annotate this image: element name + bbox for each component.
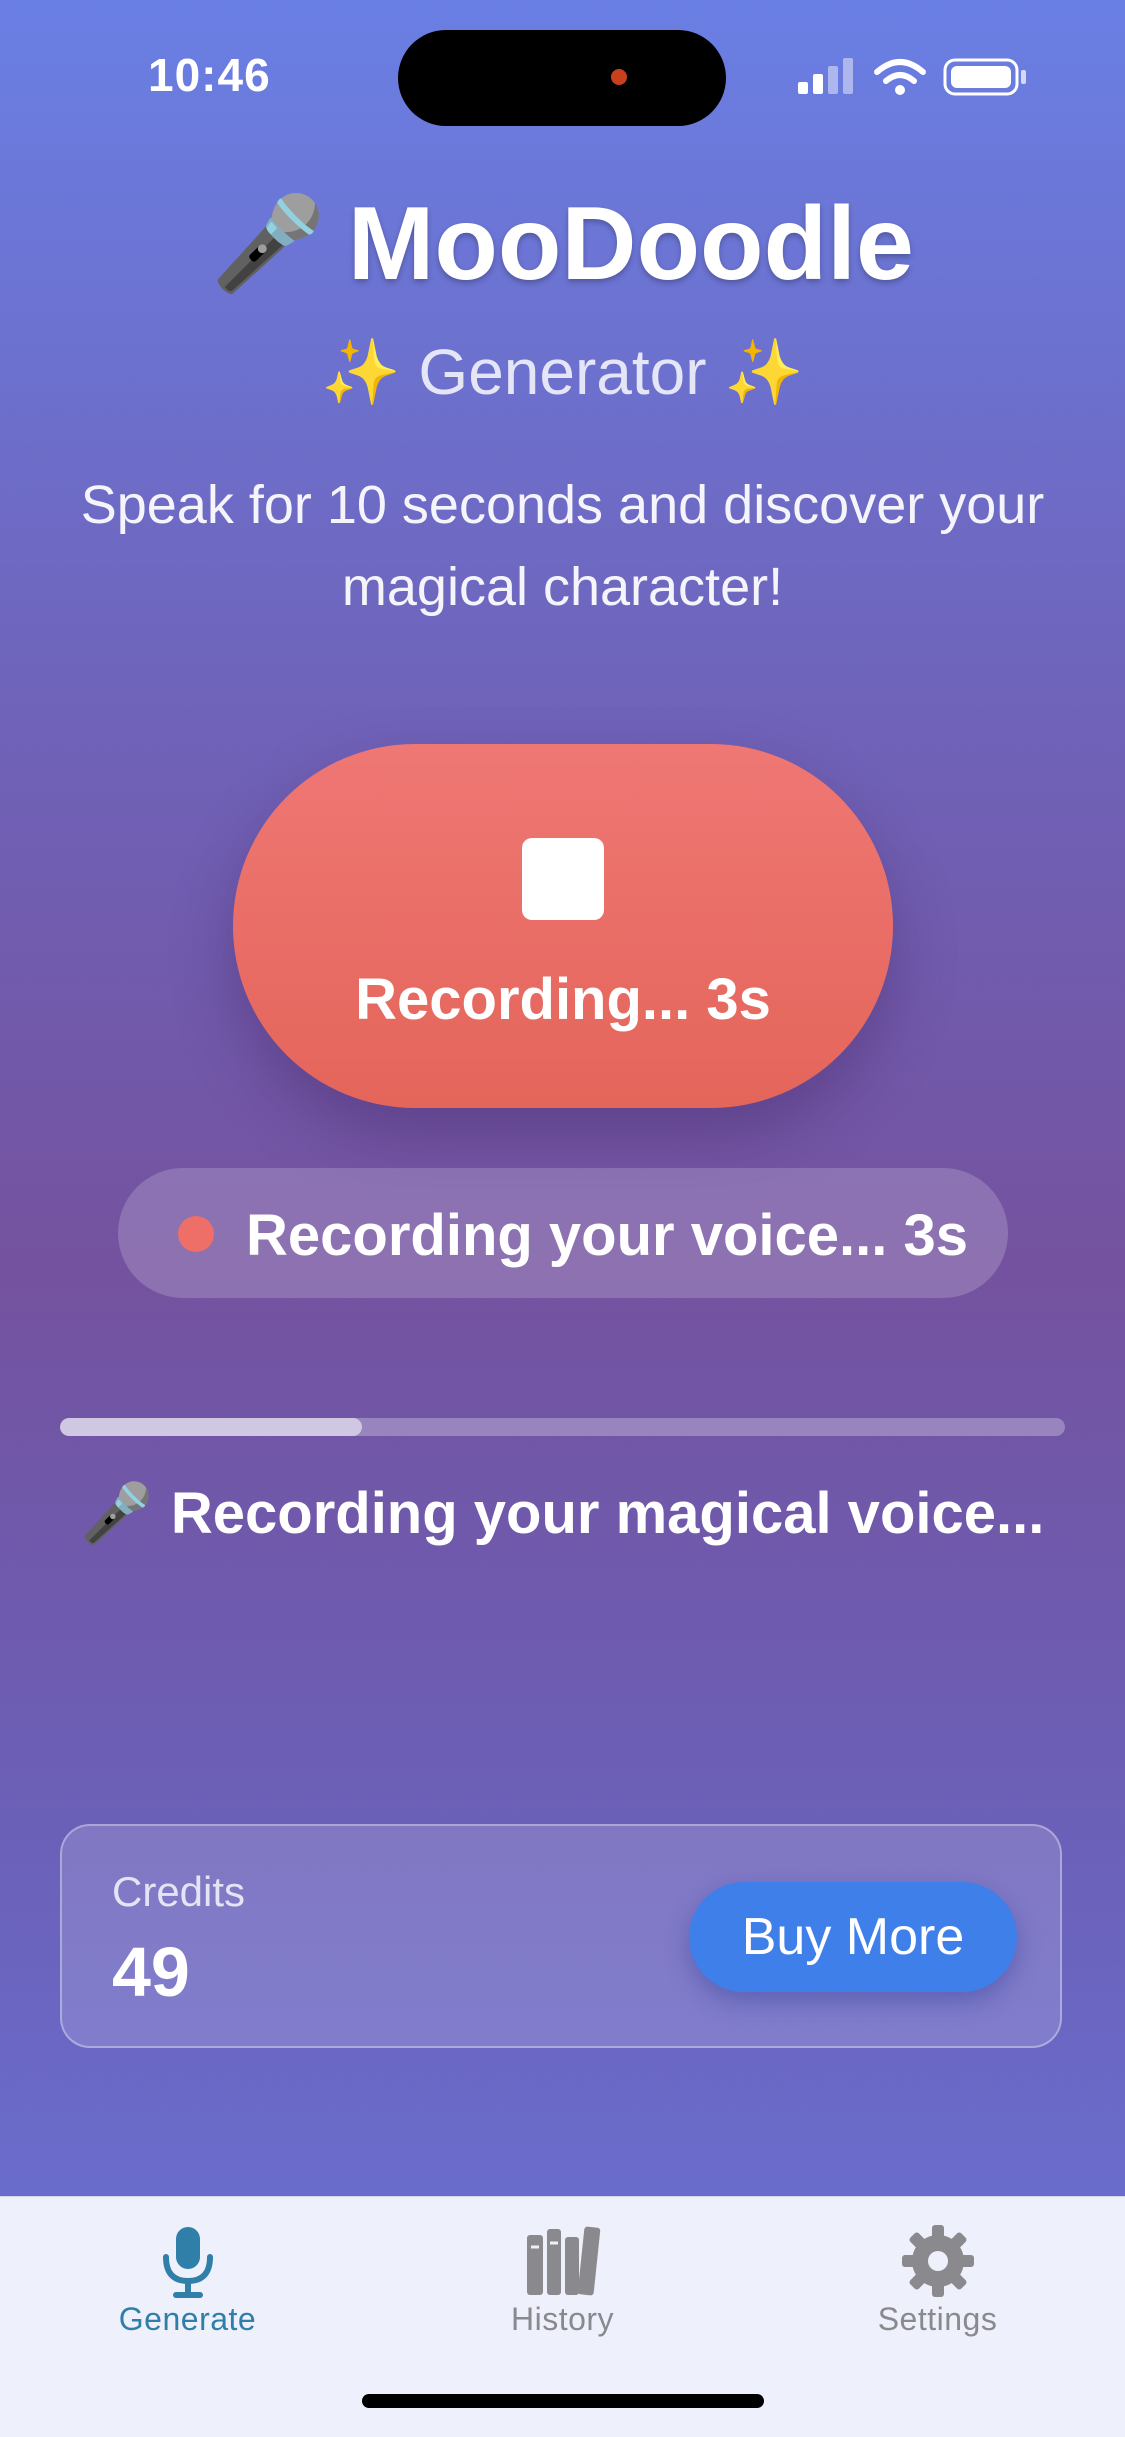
tab-label-history: History [510, 2301, 615, 2337]
buy-more-button[interactable]: Buy More [689, 1882, 1017, 1992]
books-icon [527, 2226, 601, 2296]
tab-label-settings: Settings [877, 2301, 998, 2337]
tab-history[interactable]: History [375, 2197, 750, 2367]
credits-label: Credits [112, 1868, 246, 1915]
app-title-text: MooDoodle [347, 186, 914, 302]
instructions-text: Speak for 10 seconds and discover your m… [80, 475, 1045, 617]
app-title: 🎤 MooDoodle [0, 185, 1125, 304]
gear-icon [902, 2225, 974, 2297]
credits-value: 49 [112, 1933, 190, 2011]
stop-icon [522, 838, 604, 920]
recording-message: 🎤 Recording your magical voice... [0, 1480, 1125, 1548]
recording-dot-icon [178, 1216, 214, 1252]
credits-card: Credits 49 Buy More [60, 1824, 1062, 2048]
wifi-dot [895, 85, 905, 95]
microphone-icon [163, 2227, 213, 2298]
tab-generate[interactable]: Generate [0, 2197, 375, 2367]
status-icons [798, 58, 1026, 96]
status-time: 10:46 [148, 49, 271, 101]
subtitle: ✨ Generator ✨ [0, 335, 1125, 410]
record-button[interactable]: Recording... 3s [233, 744, 893, 1108]
tab-label-generate: Generate [118, 2301, 257, 2337]
dynamic-island [398, 30, 726, 126]
subtitle-text: Generator [418, 336, 707, 408]
sparkles-icon: ✨ [724, 336, 805, 408]
recording-status-text: Recording your voice... 3s [246, 1203, 968, 1268]
home-indicator [362, 2394, 764, 2408]
microphone-emoji-icon: 🎤 [80, 1481, 153, 1546]
camera-indicator [611, 69, 627, 85]
record-button-label: Recording... 3s [355, 967, 771, 1032]
sparkles-icon: ✨ [320, 336, 401, 408]
recording-progress-bar [60, 1418, 1065, 1436]
signal-icon [798, 58, 853, 94]
progress-fill [60, 1418, 362, 1436]
recording-message-text: Recording your magical voice... [170, 1481, 1045, 1546]
recording-status-pill: Recording your voice... 3s [118, 1168, 1008, 1298]
microphone-emoji-icon: 🎤 [211, 193, 326, 295]
wifi-icon [874, 59, 926, 84]
tab-settings[interactable]: Settings [750, 2197, 1125, 2367]
battery-icon [943, 58, 1026, 96]
